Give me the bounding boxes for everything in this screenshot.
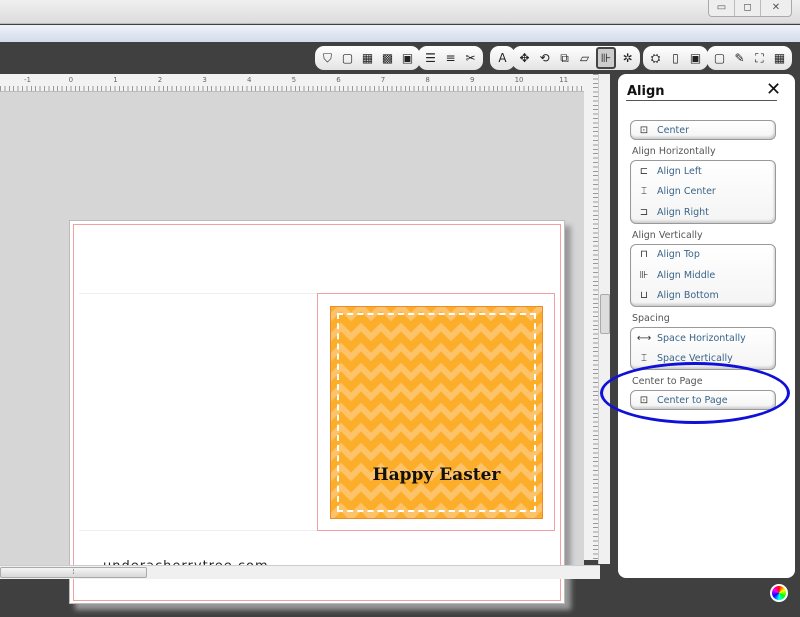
toolbar-group: ⛉ ▢ ▦ ▩ ▣ xyxy=(315,46,420,70)
section-title: Align Horizontally xyxy=(632,146,716,157)
button-label: Align Right xyxy=(657,206,709,218)
panel-title: Align xyxy=(627,84,665,99)
align-top-icon: ⊓ xyxy=(640,249,648,261)
section-title: Align Vertically xyxy=(632,229,703,241)
ruler-tick-label: 5 xyxy=(291,76,297,84)
align-left-icon: ⊏ xyxy=(639,165,649,177)
align-right-button[interactable]: ⊐ Align Right xyxy=(631,202,775,223)
space-horizontally-icon: ⟷ xyxy=(636,332,652,344)
toolbar-group: ⛭ ▯ ▣ xyxy=(643,46,708,70)
align-left-button[interactable]: ⊏ Align Left xyxy=(631,161,775,182)
ruler-tick-label: 10 xyxy=(514,76,524,84)
dotted-pattern-icon[interactable]: ▦ xyxy=(359,50,376,67)
center-icon: ⊡ xyxy=(639,124,649,136)
fold-line xyxy=(79,293,317,294)
ruler-tick-label: 8 xyxy=(425,76,430,84)
button-group: ⊏ Align Left ⌶ Align Center ⊐ Align Right xyxy=(630,160,776,224)
close-icon[interactable]: ✕ xyxy=(766,79,781,100)
fill-icon[interactable]: ⛉ xyxy=(319,50,336,67)
align-bottom-button[interactable]: ⊔ Align Bottom xyxy=(631,286,775,307)
align-top-button[interactable]: ⊓ Align Top xyxy=(631,245,775,266)
ruler-tick-label: 6 xyxy=(336,76,341,84)
highlight-circle xyxy=(600,362,790,424)
page-icon[interactable]: ▯ xyxy=(667,50,684,67)
center-label: Center xyxy=(657,124,689,136)
button-label: Align Center xyxy=(657,186,716,198)
chevron-panel[interactable]: Happy Easter xyxy=(330,306,543,519)
align-center-button[interactable]: ⌶ Align Center xyxy=(631,182,775,203)
vertical-ruler xyxy=(584,74,598,560)
button-group: ⊓ Align Top ⊪ Align Middle ⊔ Align Bottom xyxy=(630,243,776,307)
ruler-tick-label: 1 xyxy=(113,76,118,84)
scissors-cut-icon[interactable]: ✂ xyxy=(462,50,479,67)
close-icon[interactable]: ✕ xyxy=(761,0,791,16)
ruler-tick-label: 9 xyxy=(470,76,475,84)
ruler-tick-label: 3 xyxy=(202,76,207,84)
restore-icon[interactable]: ◻ xyxy=(735,0,761,16)
section-title: Spacing xyxy=(632,313,670,324)
button-label: Align Middle xyxy=(657,269,716,281)
border-icon[interactable]: ▢ xyxy=(711,50,728,67)
ruler-tick-label: 7 xyxy=(380,76,386,84)
center-button[interactable]: ⊡ Center xyxy=(631,121,775,139)
ruler-tick-label: 11 xyxy=(559,76,569,84)
title-bar: ▭ ◻ ✕ xyxy=(0,0,800,24)
vertical-scrollbar[interactable] xyxy=(598,74,610,564)
horizontal-scrollbar[interactable]: ⦙ xyxy=(0,565,600,579)
toolbar-group: ☰ ≡ ✂ xyxy=(418,46,483,70)
ruler-tick-label: -1 xyxy=(24,76,31,84)
horizontal-scroll-thumb[interactable]: ⦙ xyxy=(0,567,147,578)
align-bottom-icon: ⊔ xyxy=(640,290,648,302)
align-middle-button[interactable]: ⊪ Align Middle xyxy=(631,265,775,286)
line-styles-icon[interactable]: ≡ xyxy=(442,50,459,67)
window-controls: ▭ ◻ ✕ xyxy=(708,0,792,17)
greeting-text[interactable]: Happy Easter xyxy=(331,465,542,485)
move-icon[interactable]: ✥ xyxy=(516,50,533,67)
button-label: Align Left xyxy=(657,165,702,177)
space-vertically-icon: ⌶ xyxy=(641,353,647,365)
toolbar-group: ✥ ⟲ ⧉ ▱ ⊪ ✲ xyxy=(512,46,640,70)
line-colors-icon[interactable]: ☰ xyxy=(422,50,439,67)
settings-icon[interactable]: ✲ xyxy=(619,50,636,67)
card-page[interactable]: Happy Easter underacherrytree.com xyxy=(69,220,565,604)
fullscreen-icon[interactable]: ⛶ xyxy=(751,50,768,67)
toolbar: ⛉ ▢ ▦ ▩ ▣ ☰ ≡ ✂ A ✥ ⟲ ⧉ ▱ ⊪ ✲ ⛭ ▯ ▣ ▢ ✎ ⛶ ▦ xyxy=(0,42,800,74)
align-right-icon: ⊐ xyxy=(639,206,649,218)
align-middle-icon: ⊪ xyxy=(639,269,649,281)
button-label: Align Top xyxy=(657,249,700,261)
dark-pattern-icon[interactable]: ▩ xyxy=(379,50,396,67)
grid-icon[interactable]: ▦ xyxy=(771,50,788,67)
ruler-tick-label: 4 xyxy=(247,76,252,84)
ruler-tick-label: 0 xyxy=(68,76,74,84)
resize-icon[interactable]: ⧉ xyxy=(556,50,573,67)
rotate-icon[interactable]: ⟲ xyxy=(536,50,553,67)
image-icon[interactable]: ⛭ xyxy=(647,50,664,67)
align-center-icon: ⌶ xyxy=(641,186,647,198)
card-frame[interactable]: Happy Easter xyxy=(317,293,555,531)
toolbar-group: ▢ ✎ ⛶ ▦ xyxy=(707,46,792,70)
ruler-tick-label: 2 xyxy=(157,76,163,84)
red-grid-icon[interactable]: ▣ xyxy=(399,50,416,67)
align-panel: Align ✕ ⊡ Center Align Horizontally ⊏ Align… xyxy=(618,74,795,578)
text-icon[interactable]: A xyxy=(494,50,511,67)
vertical-scroll-thumb[interactable] xyxy=(600,294,610,334)
minimize-icon[interactable]: ▭ xyxy=(709,0,735,16)
canvas-area[interactable]: Happy Easter underacherrytree.com xyxy=(0,92,584,604)
button-label: Align Bottom xyxy=(657,290,719,302)
guide-line xyxy=(79,530,317,531)
divider xyxy=(626,100,777,101)
color-wheel-icon[interactable] xyxy=(770,584,788,602)
layer-icon[interactable]: ▣ xyxy=(687,50,704,67)
blank-box-icon[interactable]: ▢ xyxy=(339,50,356,67)
button-label: Space Horizontally xyxy=(657,332,746,344)
horizontal-ruler: -1 0 1 2 3 4 5 6 7 8 9 10 11 xyxy=(0,74,584,92)
space-horizontally-button[interactable]: ⟷ Space Horizontally xyxy=(631,328,775,349)
menu-bar xyxy=(0,25,800,42)
pencil-icon[interactable]: ✎ xyxy=(731,50,748,67)
center-group: ⊡ Center xyxy=(630,120,776,140)
align-icon[interactable]: ⊪ xyxy=(596,47,616,69)
slant-icon[interactable]: ▱ xyxy=(576,50,593,67)
